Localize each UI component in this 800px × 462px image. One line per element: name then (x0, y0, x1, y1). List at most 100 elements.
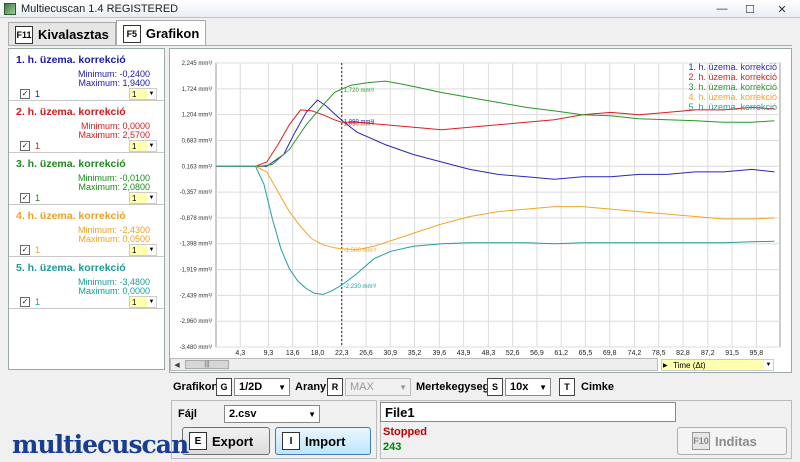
x-tick-label: 35,2 (408, 350, 422, 357)
x-tick-label: 91,5 (725, 350, 739, 357)
grafikon-key-button[interactable]: G (216, 378, 232, 396)
chevron-down-icon: ▼ (147, 245, 156, 255)
file-group: Fájl 2.csv ▼ E Export I Import (171, 400, 377, 459)
maximize-button[interactable]: ☐ (736, 0, 764, 18)
channel-number: 1 (35, 193, 41, 203)
channel-name: 3. h. üzema. korrekció (16, 158, 126, 170)
chevron-down-icon: ▼ (278, 382, 286, 392)
channel-list: 1. h. üzema. korrekció Minimum: -0,2400 … (8, 48, 165, 370)
x-tick-label: 78,5 (652, 350, 666, 357)
app-logo: multiecuscan (12, 430, 189, 459)
mertekegyseg-key-button[interactable]: S (487, 378, 503, 396)
app-icon (4, 2, 16, 15)
x-tick-label: 18,0 (311, 350, 325, 357)
close-button[interactable]: ✕ (764, 0, 800, 18)
legend-entry: 1. h. üzema. korrekció (688, 62, 777, 72)
scroll-thumb[interactable]: ||| (185, 360, 229, 369)
channel-name: 2. h. üzema. korrekció (16, 106, 126, 118)
x-tick-label: 4,3 (235, 350, 245, 357)
file-select[interactable]: 2.csv ▼ (224, 405, 320, 423)
y-tick-label: -0,878 mm³/ (180, 216, 213, 222)
x-tick-label: 82,8 (676, 350, 690, 357)
chevron-down-icon: ▼ (147, 193, 156, 203)
arany-key-button[interactable]: R (327, 378, 343, 396)
channel-scale-select[interactable]: 1 ▼ (129, 296, 157, 308)
arany-value: MAX (350, 381, 374, 393)
cursor-value-label: 1,050 mm³/ (344, 121, 375, 127)
window-title: Multiecuscan 1.4 REGISTERED (21, 2, 179, 15)
x-tick-label: 87,2 (701, 350, 715, 357)
tab-label: Grafikon (145, 26, 200, 41)
channel-checkbox[interactable]: ✓ (20, 89, 30, 99)
channel-name: 4. h. üzema. korrekció (16, 210, 126, 222)
chart-scrollbar[interactable]: ◀ ||| (170, 358, 658, 371)
channel-max: Maximum: 1,9400 (78, 78, 150, 88)
mertekegyseg-label: Mertekegyseg (416, 381, 490, 393)
x-tick-label: 74,2 (628, 350, 642, 357)
channel-scale-value: 1 (132, 89, 137, 99)
export-label: Export (212, 433, 254, 449)
channel-max: Maximum: 0,0000 (78, 286, 150, 296)
line-chart[interactable]: 4,3 9,3 13,6 18,0 22,3 26,6 30,9 35,2 39,6 43,9 48… (170, 49, 791, 357)
channel-number: 1 (35, 141, 41, 151)
y-tick-label: -1,919 mm³/ (180, 268, 213, 274)
channel-scale-value: 1 (132, 245, 137, 255)
channel-scale-select[interactable]: 1 ▼ (129, 88, 157, 100)
channel-scale-value: 1 (132, 141, 137, 151)
x-tick-label: 95,8 (749, 350, 763, 357)
y-tick-label: -2,439 mm³/ (180, 293, 213, 299)
time-axis-select[interactable]: ▶ Time (Δt) ▼ (661, 359, 774, 371)
channel-checkbox[interactable]: ✓ (20, 141, 30, 151)
import-button[interactable]: I Import (275, 427, 371, 455)
start-label: Inditas (715, 433, 757, 449)
cursor-value-label: -2,230 mm³/ (344, 284, 377, 290)
x-tick-label: 9,3 (264, 350, 274, 357)
start-button[interactable]: F10 Inditas (677, 427, 787, 455)
channel-checkbox[interactable]: ✓ (20, 297, 30, 307)
x-tick-label: 52,6 (506, 350, 520, 357)
minimize-button[interactable]: — (708, 0, 736, 18)
y-tick-label: 2,245 mm³/ (182, 61, 213, 67)
grafikon-select[interactable]: 1/2D ▼ (234, 378, 290, 396)
channel-checkbox[interactable]: ✓ (20, 193, 30, 203)
channel-name: 1. h. üzema. korrekció (16, 54, 126, 66)
channel-number: 1 (35, 297, 41, 307)
chevron-down-icon: ▼ (147, 297, 156, 307)
channel-item: 2. h. üzema. korrekció Minimum: 0,0000 M… (9, 101, 164, 153)
file-name-field[interactable]: File1 (380, 402, 676, 422)
channel-scale-select[interactable]: 1 ▼ (129, 140, 157, 152)
x-tick-label: 69,8 (603, 350, 617, 357)
tab-bar: F11 Kivalasztas F5 Grafikon (8, 20, 207, 46)
cimke-key-button[interactable]: T (559, 378, 575, 396)
tab-kivalasztas[interactable]: F11 Kivalasztas (8, 22, 116, 46)
export-button[interactable]: E Export (182, 427, 270, 455)
channel-max: Maximum: 2,0800 (78, 182, 150, 192)
scroll-left-icon[interactable]: ◀ (171, 359, 183, 370)
legend-entry: 3. h. üzema. korrekció (688, 82, 777, 92)
chart-panel[interactable]: 4,3 9,3 13,6 18,0 22,3 26,6 30,9 35,2 39,6 43,9 48… (169, 48, 792, 373)
channel-scale-value: 1 (132, 193, 137, 203)
legend-entry: 5. h. üzema. korrekció (688, 102, 777, 112)
channel-checkbox[interactable]: ✓ (20, 245, 30, 255)
tab-label: Kivalasztas (38, 27, 109, 42)
channel-scale-value: 1 (132, 297, 137, 307)
grafikon-value: 1/2D (239, 381, 263, 393)
tab-grafikon[interactable]: F5 Grafikon (115, 20, 207, 46)
x-tick-label: 61,2 (554, 350, 568, 357)
import-key: I (282, 432, 300, 450)
channel-scale-select[interactable]: 1 ▼ (129, 192, 157, 204)
arany-label: Arany (295, 381, 327, 393)
arany-select[interactable]: MAX ▼ (345, 378, 411, 396)
chevron-down-icon: ▼ (308, 409, 316, 419)
x-tick-label: 13,6 (286, 350, 300, 357)
export-key: E (189, 432, 207, 450)
y-tick-label: -2,960 mm³/ (180, 319, 213, 325)
mertekegyseg-select[interactable]: 10x ▼ (505, 378, 551, 396)
channel-name: 5. h. üzema. korrekció (16, 262, 126, 274)
channel-scale-select[interactable]: 1 ▼ (129, 244, 157, 256)
play-icon: ▶ (663, 362, 668, 369)
x-tick-label: 26,6 (359, 350, 373, 357)
time-axis-label: Time (Δt) (673, 360, 706, 370)
sample-count: 243 (383, 441, 402, 453)
x-tick-label: 30,9 (383, 350, 397, 357)
